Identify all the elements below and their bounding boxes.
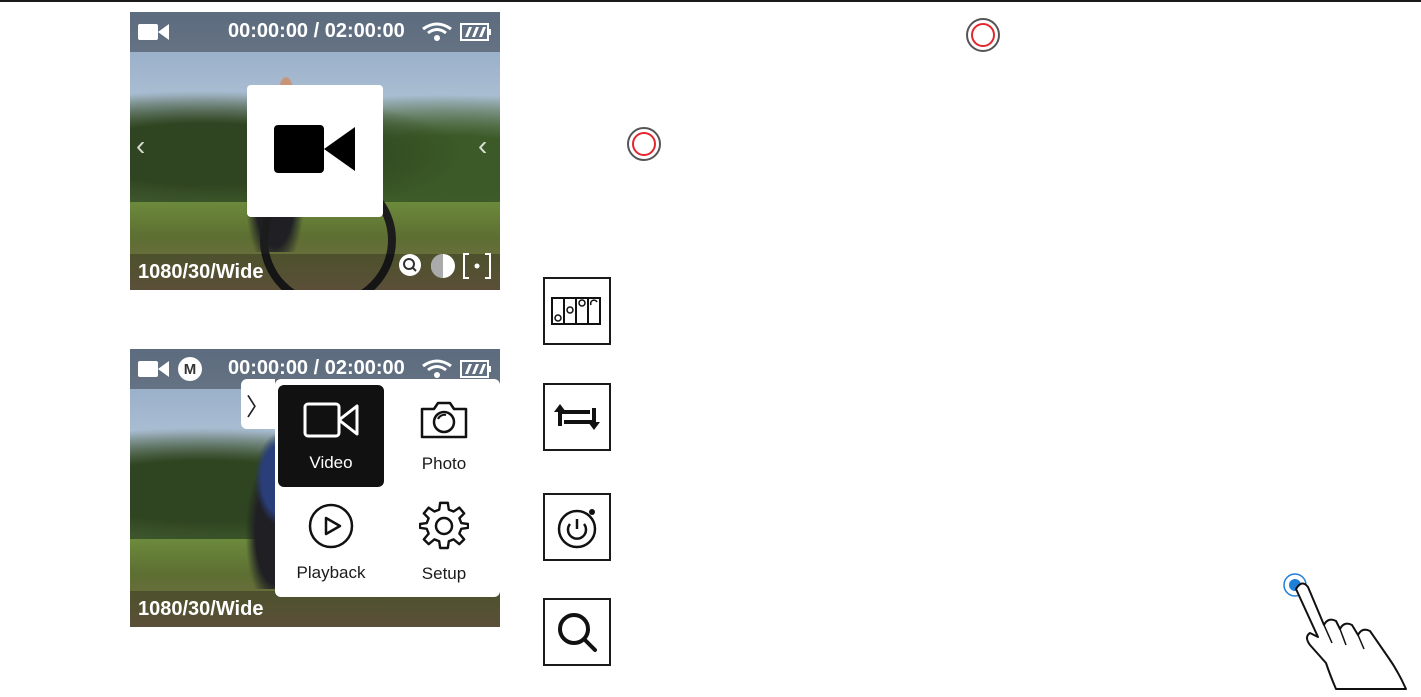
bottom-icons xyxy=(398,253,492,284)
mode-menu: Video Photo Playback Setup xyxy=(275,379,500,597)
bottom-bar: 1080/30/Wide xyxy=(130,253,500,290)
camera-screen-preview: 00:00:00 / 02:00:00 ‹ ‹ 1080/30/Wide xyxy=(130,12,500,290)
menu-item-video[interactable]: Video xyxy=(278,385,384,487)
mode-popup xyxy=(247,85,383,217)
video-camera-icon xyxy=(138,359,170,384)
mount-icon xyxy=(543,277,611,345)
top-rule xyxy=(0,0,1421,2)
menu-item-playback[interactable]: Playback xyxy=(278,491,384,593)
menu-item-label: Playback xyxy=(296,562,366,582)
menu-item-photo[interactable]: Photo xyxy=(391,385,497,487)
timecode: 00:00:00 / 02:00:00 xyxy=(228,20,405,42)
record-button-icon xyxy=(966,18,1000,52)
record-button-icon xyxy=(627,127,661,161)
video-camera-icon xyxy=(138,22,170,47)
play-icon xyxy=(307,502,355,555)
search-icon xyxy=(543,598,611,666)
chevron-right-icon[interactable]: ‹ xyxy=(478,130,487,162)
menu-item-label: Setup xyxy=(421,563,467,583)
spot-metering-icon[interactable] xyxy=(462,253,492,284)
menu-item-label: Photo xyxy=(421,453,467,473)
camera-icon xyxy=(418,399,470,446)
timecode: 00:00:00 / 02:00:00 xyxy=(228,357,405,379)
menu-collapse-handle[interactable]: 〉 xyxy=(241,379,275,429)
zoom-icon[interactable] xyxy=(398,253,424,284)
manual-mode-badge: M xyxy=(178,357,202,381)
power-timer-icon xyxy=(543,493,611,561)
exposure-icon[interactable] xyxy=(430,253,456,284)
menu-item-setup[interactable]: Setup xyxy=(391,491,497,593)
status-bar: 00:00:00 / 02:00:00 xyxy=(130,12,500,52)
gear-icon xyxy=(418,501,470,556)
video-camera-icon xyxy=(274,121,356,182)
chevron-left-icon[interactable]: ‹ xyxy=(136,130,145,162)
video-camera-icon xyxy=(303,400,359,445)
battery-icon xyxy=(460,22,492,47)
resolution-label: 1080/30/Wide xyxy=(138,261,264,283)
resolution-label: 1080/30/Wide xyxy=(138,598,264,620)
menu-item-label: Video xyxy=(309,452,353,472)
camera-screen-menu: M 00:00:00 / 02:00:00 1080/30/Wide 〉 Vid… xyxy=(130,349,500,627)
tap-gesture-icon xyxy=(1280,565,1420,697)
rotate-icon xyxy=(543,383,611,451)
wifi-icon xyxy=(422,22,452,47)
